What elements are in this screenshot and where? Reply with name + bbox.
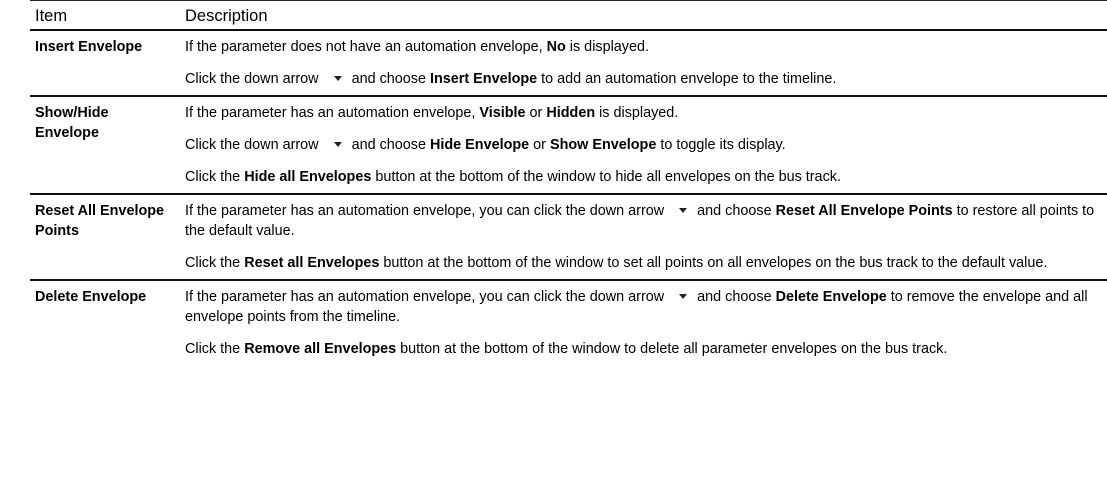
table-body: Insert Envelope If the parameter does no… bbox=[30, 30, 1107, 365]
text-run: Click the down arrow bbox=[185, 137, 319, 153]
text-run: If the parameter has an automation envel… bbox=[185, 289, 665, 305]
table-row: Insert Envelope If the parameter does no… bbox=[30, 30, 1107, 97]
text-run: and choose bbox=[351, 137, 430, 153]
text-run: is displayed. bbox=[595, 105, 679, 121]
item-name: Show/Hide Envelope bbox=[30, 96, 180, 195]
text-run: Click the bbox=[185, 169, 245, 185]
bold-term: No bbox=[546, 39, 566, 55]
header-item: Item bbox=[30, 0, 180, 31]
description-paragraph: If the parameter does not have an automa… bbox=[185, 37, 1107, 57]
text-run: Click the bbox=[185, 341, 245, 357]
text-run: If the parameter has an automation envel… bbox=[185, 105, 480, 121]
table-row: Delete Envelope If the parameter has an … bbox=[30, 280, 1107, 365]
text-run: and choose bbox=[697, 289, 776, 305]
description-paragraph: Click the Hide all Envelopes button at t… bbox=[185, 167, 1107, 187]
item-name: Delete Envelope bbox=[35, 289, 147, 305]
description-paragraph: If the parameter has an automation envel… bbox=[185, 287, 1107, 327]
item-description: If the parameter has an automation envel… bbox=[180, 194, 1107, 281]
text-run: to toggle its display. bbox=[656, 137, 786, 153]
description-paragraph: Click the Remove all Envelopes button at… bbox=[185, 339, 1107, 359]
description-paragraph: Click the Reset all Envelopes button at … bbox=[185, 253, 1107, 273]
text-run: If the parameter has an automation envel… bbox=[185, 203, 665, 219]
text-run: Click the down arrow bbox=[185, 71, 319, 87]
bold-term: Hide all Envelopes bbox=[244, 169, 372, 185]
table-header: Item Description bbox=[30, 0, 1107, 31]
item-description: If the parameter does not have an automa… bbox=[180, 30, 1107, 97]
item-description: If the parameter has an automation envel… bbox=[180, 280, 1107, 365]
bold-term: Remove all Envelopes bbox=[244, 341, 397, 357]
text-run: or bbox=[525, 105, 547, 121]
table-row: Show/Hide Envelope If the parameter has … bbox=[30, 96, 1107, 195]
bold-term: Visible bbox=[479, 105, 526, 121]
text-run: or bbox=[529, 137, 550, 153]
text-run: button at the bottom of the window to hi… bbox=[371, 169, 841, 185]
item-name: Insert Envelope bbox=[30, 30, 180, 97]
down-arrow-icon bbox=[679, 293, 688, 299]
header-description: Description bbox=[180, 0, 1107, 31]
item-name: Reset All Envelope Points bbox=[30, 194, 180, 281]
item-description: If the parameter has an automation envel… bbox=[180, 96, 1107, 195]
description-paragraph: If the parameter has an automation envel… bbox=[185, 103, 1107, 123]
bold-term: Hide Envelope bbox=[430, 137, 530, 153]
down-arrow-icon bbox=[333, 141, 342, 147]
bold-term: Delete Envelope bbox=[775, 289, 887, 305]
down-arrow-icon bbox=[333, 75, 342, 81]
text-run: to add an automation envelope to the tim… bbox=[537, 71, 837, 87]
text-run: Click the bbox=[185, 255, 245, 271]
bold-term: Insert Envelope bbox=[430, 71, 538, 87]
text-run: and choose bbox=[351, 71, 430, 87]
text-run: is displayed. bbox=[565, 39, 649, 55]
text-run: button at the bottom of the window to se… bbox=[379, 255, 1048, 271]
description-paragraph: Click the down arrow and choose Hide Enve… bbox=[185, 135, 1107, 155]
text-run: If the parameter does not have an automa… bbox=[185, 39, 547, 55]
description-paragraph: Click the down arrow and choose Insert En… bbox=[185, 69, 1107, 89]
bold-term: Reset All Envelope Points bbox=[775, 203, 953, 219]
text-run: and choose bbox=[697, 203, 776, 219]
bold-term: Show Envelope bbox=[549, 137, 657, 153]
text-run: button at the bottom of the window to de… bbox=[396, 341, 948, 357]
description-paragraph: If the parameter has an automation envel… bbox=[185, 201, 1107, 241]
bold-term: Hidden bbox=[546, 105, 596, 121]
header-row: Item Description bbox=[30, 0, 1107, 31]
bold-term: Reset all Envelopes bbox=[244, 255, 380, 271]
table-row: Reset All Envelope Points If the paramet… bbox=[30, 194, 1107, 281]
down-arrow-icon bbox=[679, 207, 688, 213]
envelope-options-table: Item Description Insert Envelope If the … bbox=[30, 0, 1107, 365]
